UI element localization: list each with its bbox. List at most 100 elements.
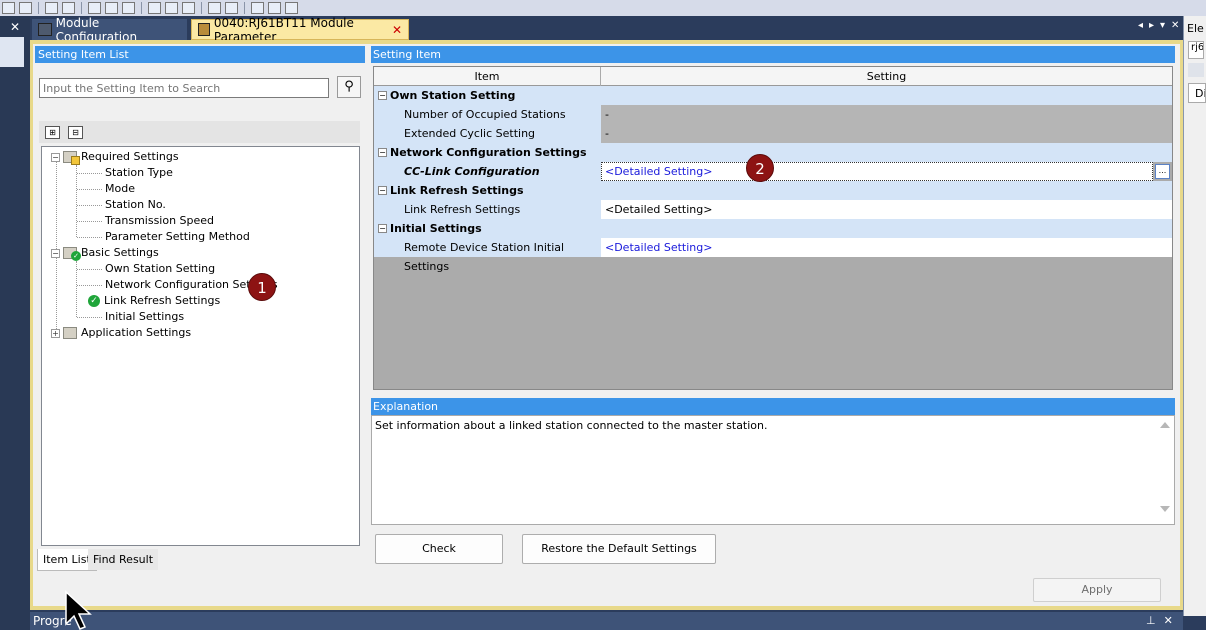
row-setting[interactable]: <Detailed Setting> — [601, 238, 1172, 257]
toolbar-list-icon[interactable] — [62, 2, 75, 14]
tree-node-application-settings[interactable]: + Application Settings — [51, 325, 191, 341]
grid-row[interactable]: Number of Occupied Stations - — [374, 105, 1172, 124]
grid-header: Item Setting — [374, 67, 1172, 86]
column-header-item: Item — [374, 67, 601, 86]
tree-tools: ⊞ ⊟ — [39, 121, 360, 143]
lock-icon — [71, 156, 80, 165]
toolbar-wave-icon[interactable] — [165, 2, 178, 14]
tree-item-station-type[interactable]: Station Type — [105, 165, 173, 181]
row-item: Link Refresh Settings — [374, 200, 601, 219]
tab-module-parameter[interactable]: 0040:RJ61BT11 Module Parameter ✕ — [191, 16, 409, 44]
dock-pin-close-icon[interactable]: ⊥✕ — [1146, 614, 1181, 627]
tree-connector — [77, 173, 102, 174]
check-button[interactable]: Check — [375, 534, 503, 564]
toolbar-check-icon[interactable] — [148, 2, 161, 14]
toolbar-eye-icon[interactable] — [208, 2, 221, 14]
row-item: Network Configuration Settings — [390, 146, 587, 159]
collapse-icon[interactable]: − — [51, 152, 60, 162]
detailed-setting-field[interactable]: <Detailed Setting> — [601, 162, 1153, 181]
toolbar-config-icon[interactable] — [122, 2, 135, 14]
grid-row-category[interactable]: − Own Station Setting — [374, 86, 1172, 105]
ellipsis-button[interactable]: ... — [1155, 164, 1170, 179]
scroll-up-icon[interactable] — [1160, 422, 1170, 428]
row-item: Remote Device Station Initial Settings — [374, 238, 601, 273]
module-configuration-icon — [38, 23, 52, 36]
tree-connector — [77, 237, 102, 238]
restore-default-button[interactable]: Restore the Default Settings — [522, 534, 716, 564]
tree-connector — [77, 205, 102, 206]
right-panel-tab[interactable]: Di — [1188, 83, 1206, 103]
tab-module-configuration[interactable]: Module Configuration — [32, 16, 187, 44]
toolbar-tool-icon[interactable] — [2, 2, 15, 14]
toolbar-zoom-icon[interactable] — [225, 2, 238, 14]
check-icon: ✓ — [71, 251, 81, 261]
explanation-text: Set information about a linked station c… — [371, 415, 1175, 525]
folder-icon — [63, 327, 77, 339]
scroll-down-icon[interactable] — [1160, 506, 1170, 512]
grid-row-category[interactable]: − Initial Settings — [374, 219, 1172, 238]
tree-node-label: Application Settings — [81, 326, 192, 339]
row-setting[interactable]: <Detailed Setting> — [601, 200, 1172, 219]
row-item: Number of Occupied Stations — [374, 105, 601, 124]
search-input[interactable] — [39, 78, 329, 98]
grid-row[interactable]: Extended Cyclic Setting - — [374, 124, 1172, 143]
left-dock-strip — [0, 16, 30, 630]
toolbar-print2-icon[interactable] — [285, 2, 298, 14]
setting-item-list-header: Setting Item List — [35, 46, 365, 63]
right-panel-field[interactable]: rj6 — [1188, 41, 1204, 59]
toolbar-tool2-icon[interactable] — [182, 2, 195, 14]
toolbar-separator — [141, 2, 142, 14]
expand-icon[interactable]: + — [51, 328, 60, 338]
toolbar-edit-icon[interactable] — [105, 2, 118, 14]
column-header-setting: Setting — [866, 70, 907, 83]
toolbar-document-icon[interactable] — [88, 2, 101, 14]
tree-item-parameter-setting-method[interactable]: Parameter Setting Method — [105, 229, 250, 245]
row-setting — [601, 181, 1172, 200]
toolbar-monitor-icon[interactable] — [45, 2, 58, 14]
setting-item-tree: − Required Settings Station Type Mode St… — [41, 146, 360, 546]
annotation-badge-1: 1 — [248, 273, 276, 301]
expand-tree-icon[interactable]: ⊞ — [45, 125, 60, 139]
close-icon[interactable]: ✕ — [0, 20, 30, 34]
tree-item-mode[interactable]: Mode — [105, 181, 135, 197]
toolbar-separator — [201, 2, 202, 14]
grid-row[interactable]: Remote Device Station Initial Settings <… — [374, 238, 1172, 273]
toolbar-find-icon[interactable] — [251, 2, 264, 14]
collapse-tree-icon[interactable]: ⊟ — [68, 125, 83, 139]
tree-connector — [77, 269, 102, 270]
setting-grid: Item Setting − Own Station Setting Numbe… — [373, 66, 1173, 390]
grid-row-category[interactable]: − Network Configuration Settings — [374, 143, 1172, 162]
tree-connector — [77, 317, 102, 318]
row-item: Initial Settings — [390, 222, 482, 235]
toolbar-separator — [244, 2, 245, 14]
tree-connector — [76, 165, 77, 237]
row-setting: - — [601, 105, 1172, 124]
row-item: Own Station Setting — [390, 89, 516, 102]
grid-row[interactable]: Link Refresh Settings <Detailed Setting> — [374, 200, 1172, 219]
binoculars-search-icon[interactable]: ⚲ — [337, 76, 361, 98]
tree-item-initial-settings[interactable]: Initial Settings — [105, 309, 184, 325]
tree-item-transmission-speed[interactable]: Transmission Speed — [105, 213, 214, 229]
tree-node-required-settings[interactable]: − Required Settings — [51, 149, 179, 165]
row-item: Extended Cyclic Setting — [374, 124, 601, 143]
tree-node-label: Basic Settings — [81, 246, 159, 259]
explanation-scrollbar[interactable] — [1157, 418, 1173, 524]
tree-item-label: Link Refresh Settings — [104, 294, 221, 307]
tab-find-result[interactable]: Find Result — [88, 549, 159, 570]
toolbar-separator — [81, 2, 82, 14]
grid-row-category[interactable]: − Link Refresh Settings — [374, 181, 1172, 200]
tree-item-own-station-setting[interactable]: Own Station Setting — [105, 261, 215, 277]
left-pane-tabs: Item List Find Result — [37, 549, 363, 571]
folder-icon — [63, 151, 80, 165]
check-icon: ✓ — [88, 295, 100, 307]
tree-item-link-refresh-settings[interactable]: ✓ Link Refresh Settings — [88, 293, 220, 309]
toolbar-print-icon[interactable] — [268, 2, 281, 14]
tab-scroll-arrows-icon[interactable]: ◂▸▾✕ — [1138, 20, 1185, 31]
close-tab-icon[interactable]: ✕ — [392, 23, 402, 37]
tree-node-label: Required Settings — [81, 150, 179, 163]
tree-item-station-no[interactable]: Station No. — [105, 197, 166, 213]
collapse-icon[interactable]: − — [51, 248, 60, 258]
apply-button[interactable]: Apply — [1033, 578, 1161, 602]
toolbar-grid-icon[interactable] — [19, 2, 32, 14]
tree-node-basic-settings[interactable]: − ✓ Basic Settings — [51, 245, 159, 261]
